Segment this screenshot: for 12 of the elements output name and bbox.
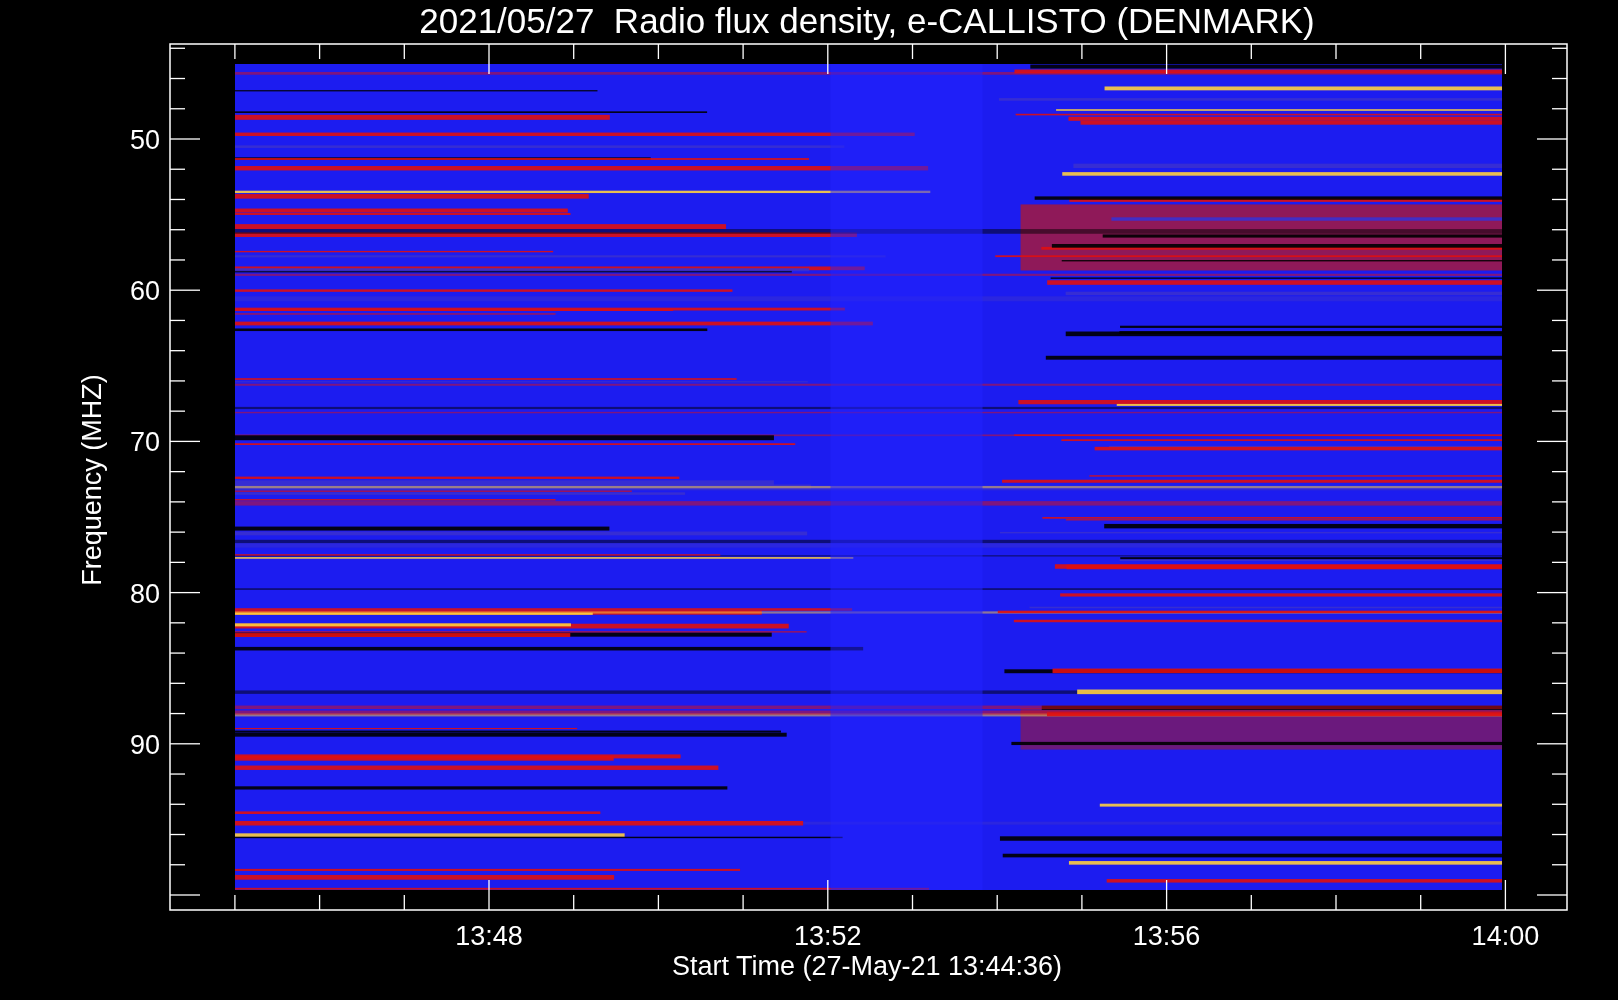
axis-tick-label: 13:52: [794, 921, 862, 951]
axis-tick-label: 90: [129, 729, 160, 760]
axis-tick-label: 60: [129, 276, 160, 307]
axis-tick-label: 13:56: [1132, 921, 1201, 951]
plot-title: 2021/05/27 Radio flux density, e-CALLISTO (DENMARK): [419, 1, 1315, 40]
axis-tick-label: 50: [129, 125, 160, 155]
axis-title: Frequency (MHZ): [77, 374, 107, 586]
axis-tick-label: 80: [129, 578, 160, 609]
axis-tick-label: 70: [129, 427, 160, 458]
axis-title: Start Time (27-May-21 13:44:36): [671, 951, 1063, 981]
axis-tick-label: 14:00: [1471, 921, 1540, 951]
axis-tick-label: 13:48: [455, 921, 523, 951]
